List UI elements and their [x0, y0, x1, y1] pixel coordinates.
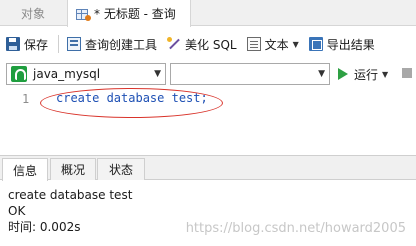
beautify-sql-button[interactable]: 美化 SQL	[167, 33, 237, 55]
tab-info[interactable]: 信息	[2, 158, 48, 181]
message-output: create database test OK 时间: 0.002s	[8, 187, 132, 235]
connection-bar: java_mysql ▼ ▼ 运行 ▼	[0, 62, 416, 86]
watermark: https://blog.csdn.net/howard2005	[185, 221, 406, 236]
beautify-sql-label: 美化 SQL	[185, 37, 237, 52]
export-results-button[interactable]: 导出结果	[308, 33, 375, 55]
chevron-down-icon: ▼	[318, 69, 325, 79]
results-panel: 信息 概况 状态 create database test OK 时间: 0.0…	[0, 155, 416, 246]
text-menu-label: 文本	[264, 37, 289, 52]
query-builder-icon	[67, 37, 82, 51]
tab-untitled-query-label: * 无标题 - 查询	[94, 7, 176, 21]
tab-objects-label: 对象	[20, 6, 45, 21]
mysql-connection-icon	[11, 66, 27, 82]
tab-status[interactable]: 状态	[97, 158, 145, 180]
run-label: 运行	[354, 67, 379, 82]
tab-objects[interactable]: 对象	[0, 0, 66, 26]
tab-info-label: 信息	[12, 163, 37, 178]
query-toolbar: 保存 查询创建工具 美化 SQL 文本 ▼ 导出结果	[0, 31, 416, 57]
document-tab-strip: 对象 * 无标题 - 查询	[0, 0, 416, 27]
line-number: 1	[22, 92, 30, 106]
save-icon	[6, 37, 20, 51]
export-results-label: 导出结果	[326, 37, 375, 52]
tab-profile-label: 概况	[60, 163, 85, 177]
chevron-down-icon: ▼	[382, 69, 389, 79]
export-icon	[308, 37, 323, 51]
run-button[interactable]: 运行 ▼	[338, 65, 388, 83]
query-builder-label: 查询创建工具	[85, 37, 158, 52]
toolbar-separator	[58, 35, 60, 53]
connection-select-value: java_mysql	[33, 67, 101, 81]
text-document-icon	[246, 37, 261, 51]
chevron-down-icon: ▼	[292, 39, 299, 49]
results-tab-strip: 信息 概况 状态	[0, 156, 416, 181]
sql-editor[interactable]: 1 create database test;	[0, 88, 416, 154]
output-statement: create database test	[8, 188, 133, 202]
save-label: 保存	[24, 37, 49, 52]
connection-select[interactable]: java_mysql ▼	[6, 63, 166, 85]
database-select[interactable]: ▼	[170, 63, 330, 85]
tab-untitled-query[interactable]: * 无标题 - 查询	[67, 0, 191, 27]
sql-code-line[interactable]: create database test;	[56, 91, 208, 105]
query-grid-icon	[76, 7, 91, 21]
query-builder-button[interactable]: 查询创建工具	[67, 33, 157, 55]
tab-status-label: 状态	[108, 163, 133, 177]
output-status: OK	[8, 204, 26, 218]
chevron-down-icon: ▼	[154, 69, 161, 79]
text-menu-button[interactable]: 文本 ▼	[246, 33, 299, 55]
save-button[interactable]: 保存	[6, 33, 48, 55]
run-play-icon	[338, 68, 348, 80]
tab-profile[interactable]: 概况	[50, 158, 96, 180]
beautify-wand-icon	[167, 37, 181, 51]
output-time: 时间: 0.002s	[8, 220, 81, 234]
stop-button[interactable]	[402, 68, 412, 78]
